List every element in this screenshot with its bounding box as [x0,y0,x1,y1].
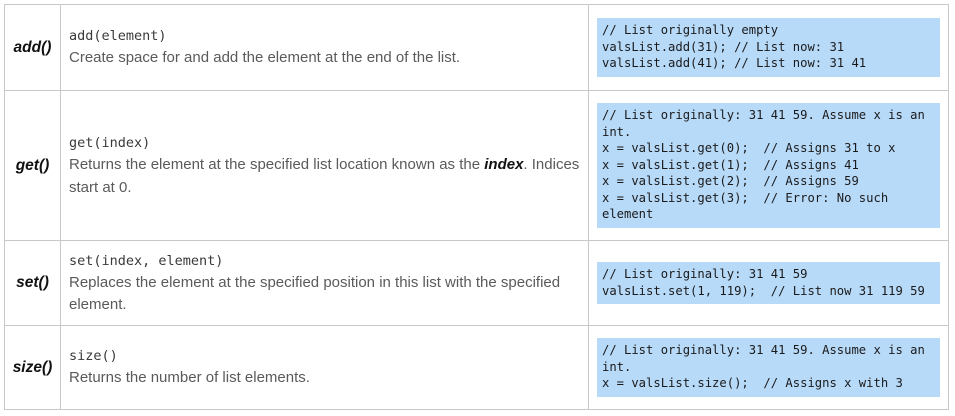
table-row-get: get() get(index) Returns the element at … [4,90,949,241]
example-cell-get: // List originally: 31 41 59. Assume x i… [588,90,949,241]
method-description-cell-size: size() Returns the number of list elemen… [60,325,589,410]
method-description-cell-get: get(index) Returns the element at the sp… [60,90,589,241]
method-signature-set: set(index, element) [69,252,224,269]
table-row-size: size() size() Returns the number of list… [4,325,949,410]
method-name-add: add() [4,4,61,91]
code-example-get: // List originally: 31 41 59. Assume x i… [597,102,940,229]
table-row-add: add() add(element) Create space for and … [4,4,949,91]
index-term: index [484,156,524,173]
method-description-cell-set: set(index, element) Replaces the element… [60,240,589,326]
method-description-size: Returns the number of list elements. [69,369,310,387]
method-description-add: Create space for and add the element at … [69,49,461,67]
code-example-size: // List originally: 31 41 59. Assume x i… [597,338,940,397]
example-cell-add: // List originally empty valsList.add(31… [588,4,949,91]
example-cell-size: // List originally: 31 41 59. Assume x i… [588,325,949,410]
description-text-part: Returns the element at the specified lis… [69,156,485,173]
method-description-get: Returns the element at the specified lis… [69,154,580,199]
example-cell-set: // List originally: 31 41 59 valsList.se… [588,240,949,326]
method-signature-get: get(index) [69,135,151,151]
code-example-add: // List originally empty valsList.add(31… [597,18,940,77]
method-signature-size: size() [69,348,118,365]
method-signature-add: add(element) [69,28,167,45]
code-example-set: // List originally: 31 41 59 valsList.se… [597,261,940,305]
method-name-set: set() [4,240,61,326]
method-name-get: get() [4,90,61,241]
table-row-set: set() set(index, element) Replaces the e… [4,240,949,326]
list-methods-table: add() add(element) Create space for and … [4,4,949,410]
method-name-size: size() [4,325,61,410]
method-description-cell-add: add(element) Create space for and add th… [60,4,589,91]
method-description-set: Replaces the element at the specified po… [69,273,561,314]
